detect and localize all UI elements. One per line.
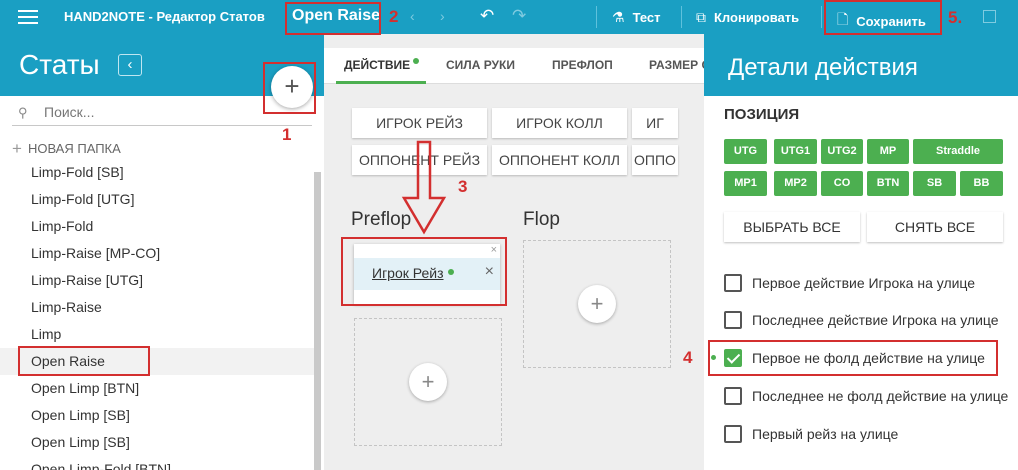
details-title: Детали действия: [728, 54, 918, 81]
list-item[interactable]: Open Limp-Fold [BTN]: [0, 456, 314, 470]
tab-label: ДЕЙСТВИЕ: [344, 58, 411, 72]
checkbox-label: Последнее не фолд действие на улице: [752, 388, 1009, 404]
annotation-box-1: [263, 62, 316, 114]
tab-bar: ДЕЙСТВИЕ СИЛА РУКИ ПРЕФЛОП РАЗМЕР С: [324, 48, 710, 84]
tab-preflop[interactable]: ПРЕФЛОП: [552, 58, 613, 72]
prev-arrow-icon[interactable]: ‹: [410, 8, 415, 24]
add-action-button[interactable]: +: [578, 285, 616, 323]
redo-icon[interactable]: ↷: [512, 6, 526, 26]
checkbox-row[interactable]: Первое действие Игрока на улице: [724, 273, 975, 293]
position-straddle-button[interactable]: Straddle: [913, 139, 1003, 164]
list-item[interactable]: Open Limp [BTN]: [0, 375, 314, 402]
details-panel: ПОЗИЦИЯ UTG UTG1 UTG2 MP Straddle MP1 MP…: [704, 96, 1018, 470]
annotation-box-selected-stat: [18, 346, 150, 376]
menu-icon[interactable]: [18, 10, 38, 24]
checkbox-row[interactable]: Последнее действие Игрока на улице: [724, 310, 999, 330]
list-item[interactable]: Limp-Raise: [0, 294, 314, 321]
opponent-call-button[interactable]: ОППОНЕНТ КОЛЛ: [492, 145, 627, 175]
position-mp2-button[interactable]: MP2: [774, 171, 817, 196]
divider: [821, 6, 822, 28]
annotation-box-3: [341, 237, 507, 306]
position-title: ПОЗИЦИЯ: [724, 106, 800, 123]
divider: [681, 6, 682, 28]
search-input[interactable]: [44, 104, 294, 120]
stat-editor-window: HAND2NOTE - Редактор Статов Open Raise ‹…: [0, 0, 1018, 470]
next-arrow-icon[interactable]: ›: [440, 8, 445, 24]
annotation-box-4: [708, 340, 998, 376]
checkbox[interactable]: [724, 387, 742, 405]
tab-action[interactable]: ДЕЙСТВИЕ: [344, 58, 420, 72]
stats-title: Статы: [19, 49, 100, 80]
list-item[interactable]: Limp-Fold [SB]: [0, 159, 314, 186]
clone-button[interactable]: ⧉ Клонировать: [696, 9, 799, 26]
clone-label: Клонировать: [714, 10, 800, 25]
player-raise-button[interactable]: ИГРОК РЕЙЗ: [352, 108, 487, 138]
checkbox-row[interactable]: Последнее не фолд действие на улице: [724, 386, 1008, 406]
checkbox-label: Первое действие Игрока на улице: [752, 275, 976, 291]
clone-icon: ⧉: [696, 9, 706, 25]
deselect-all-button[interactable]: СНЯТЬ ВСЕ: [867, 212, 1003, 242]
test-icon: ⚗: [612, 9, 625, 25]
annotation-arrow-icon: [401, 140, 447, 235]
stat-list: Limp-Fold [SB] Limp-Fold [UTG] Limp-Fold…: [0, 159, 314, 470]
position-sb-button[interactable]: SB: [913, 171, 956, 196]
player-bet-button[interactable]: ИГ: [632, 108, 678, 138]
player-call-button[interactable]: ИГРОК КОЛЛ: [492, 108, 627, 138]
window-square-icon[interactable]: [983, 10, 996, 23]
tab-size[interactable]: РАЗМЕР С: [649, 58, 710, 72]
divider: [596, 6, 597, 28]
test-button[interactable]: ⚗ Тест: [612, 9, 661, 26]
active-dot: [413, 58, 420, 64]
details-header: Детали действия: [704, 34, 1018, 96]
stats-panel: ⚲ + НОВАЯ ПАПКА Limp-Fold [SB] Limp-Fold …: [0, 96, 324, 470]
position-utg2-button[interactable]: UTG2: [821, 139, 863, 164]
list-item[interactable]: Limp: [0, 321, 314, 348]
opponent-bet-button[interactable]: ОППО: [632, 145, 678, 175]
list-item[interactable]: Limp-Fold [UTG]: [0, 186, 314, 213]
checkbox[interactable]: [724, 425, 742, 443]
list-item[interactable]: Limp-Raise [MP-CO]: [0, 240, 314, 267]
add-action-button[interactable]: +: [409, 363, 447, 401]
position-utg-button[interactable]: UTG: [724, 139, 767, 164]
app-title: HAND2NOTE - Редактор Статов: [64, 9, 265, 24]
tab-hand-strength[interactable]: СИЛА РУКИ: [446, 58, 515, 72]
position-utg1-button[interactable]: UTG1: [774, 139, 817, 164]
checkbox-row[interactable]: Первый рейз на улице: [724, 424, 898, 444]
position-btn-button[interactable]: BTN: [867, 171, 909, 196]
checkbox-label: Последнее действие Игрока на улице: [752, 312, 999, 328]
select-all-button[interactable]: ВЫБРАТЬ ВСЕ: [724, 212, 860, 242]
checkbox-label: Первый рейз на улице: [752, 426, 899, 442]
annotation-number-4: 4: [683, 348, 693, 367]
position-bb-button[interactable]: BB: [960, 171, 1003, 196]
list-item[interactable]: Limp-Fold: [0, 213, 314, 240]
search-icon: ⚲: [18, 105, 28, 120]
list-item[interactable]: Open Limp [SB]: [0, 429, 314, 456]
collapse-panel-button[interactable]: ‹: [118, 54, 142, 76]
annotation-number-5: 5.: [948, 8, 963, 27]
new-folder-label: НОВАЯ ПАПКА: [27, 141, 121, 156]
test-label: Тест: [632, 10, 661, 25]
street-flop-label: Flop: [523, 209, 560, 230]
list-item[interactable]: Limp-Raise [UTG]: [0, 267, 314, 294]
position-mp1-button[interactable]: MP1: [724, 171, 767, 196]
active-tab-indicator: [336, 81, 426, 84]
annotation-number-2: 2: [389, 7, 399, 26]
new-folder-button[interactable]: + НОВАЯ ПАПКА: [12, 139, 121, 159]
annotation-number-1: 1: [282, 125, 292, 144]
annotation-number-3: 3: [458, 177, 468, 196]
annotation-box-2: [285, 2, 381, 35]
scrollbar[interactable]: [314, 172, 321, 470]
position-co-button[interactable]: CO: [821, 171, 863, 196]
list-item[interactable]: Open Limp [SB]: [0, 402, 314, 429]
checkbox[interactable]: [724, 274, 742, 292]
checkbox[interactable]: [724, 311, 742, 329]
position-mp-button[interactable]: MP: [867, 139, 909, 164]
plus-icon: +: [12, 139, 22, 158]
annotation-box-5: [824, 0, 942, 35]
undo-icon[interactable]: ↶: [480, 6, 494, 26]
